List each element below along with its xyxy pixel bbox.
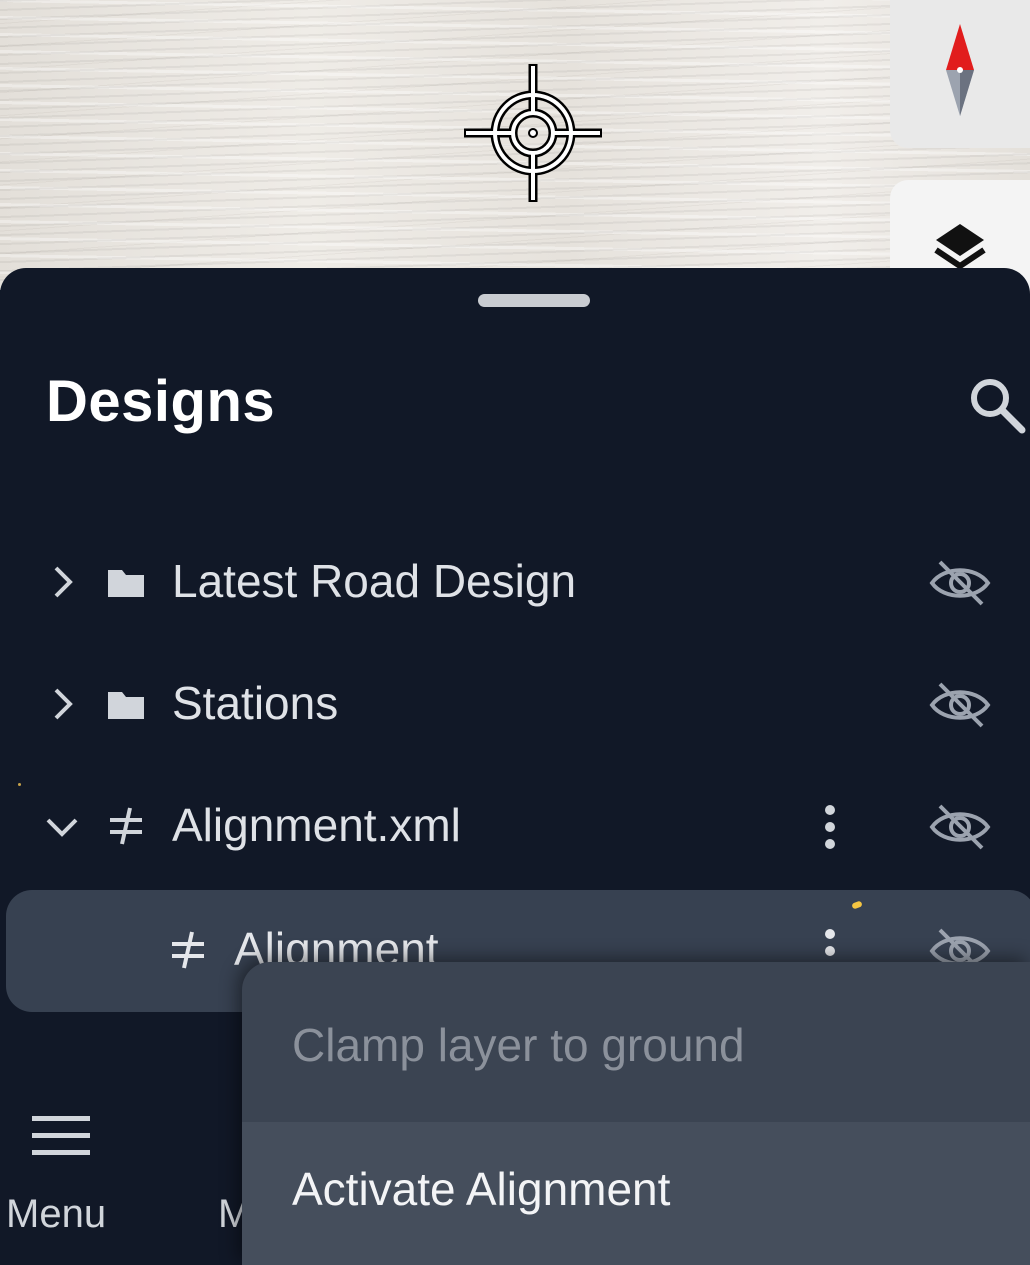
tree-item-label: Latest Road Design xyxy=(172,555,577,607)
hamburger-menu-icon[interactable] xyxy=(30,1114,92,1158)
compass-button[interactable] xyxy=(890,0,1030,148)
tree-item-alignment-xml[interactable]: Alignment.xml xyxy=(0,778,1030,878)
crosshair-icon xyxy=(464,64,602,202)
alignment-icon xyxy=(110,807,142,845)
more-vertical-icon[interactable] xyxy=(812,802,848,852)
menu-item-clamp-layer: Clamp layer to ground xyxy=(242,962,1030,1122)
folder-icon xyxy=(108,570,144,597)
eye-off-icon[interactable] xyxy=(928,802,992,852)
compass-icon xyxy=(946,24,974,116)
alignment-icon xyxy=(172,931,204,969)
tree-item-label: Stations xyxy=(172,677,339,729)
tree-item-stations[interactable]: Stations xyxy=(0,656,1030,756)
eye-off-icon[interactable] xyxy=(928,558,992,608)
eye-off-icon[interactable] xyxy=(928,680,992,730)
drag-handle[interactable] xyxy=(478,294,590,307)
search-icon[interactable] xyxy=(966,374,1030,438)
tree-item-label: Alignment.xml xyxy=(172,799,461,851)
menu-item-label: Clamp layer to ground xyxy=(292,1019,745,1071)
menu-item-label: Activate Alignment xyxy=(292,1163,671,1215)
chevron-right-icon[interactable] xyxy=(44,564,80,600)
chevron-right-icon[interactable] xyxy=(44,686,80,722)
menu-label[interactable]: Menu xyxy=(6,1192,106,1237)
folder-icon xyxy=(108,692,144,719)
chevron-down-icon[interactable] xyxy=(44,808,80,844)
menu-item-activate-alignment[interactable]: Activate Alignment xyxy=(242,1122,1030,1265)
tree-item-latest-road-design[interactable]: Latest Road Design xyxy=(0,534,1030,634)
panel-title: Designs xyxy=(46,369,276,434)
context-menu: Clamp layer to ground Activate Alignment xyxy=(242,962,1030,1265)
map-view[interactable] xyxy=(0,0,1030,300)
decorative-speck xyxy=(18,783,21,786)
